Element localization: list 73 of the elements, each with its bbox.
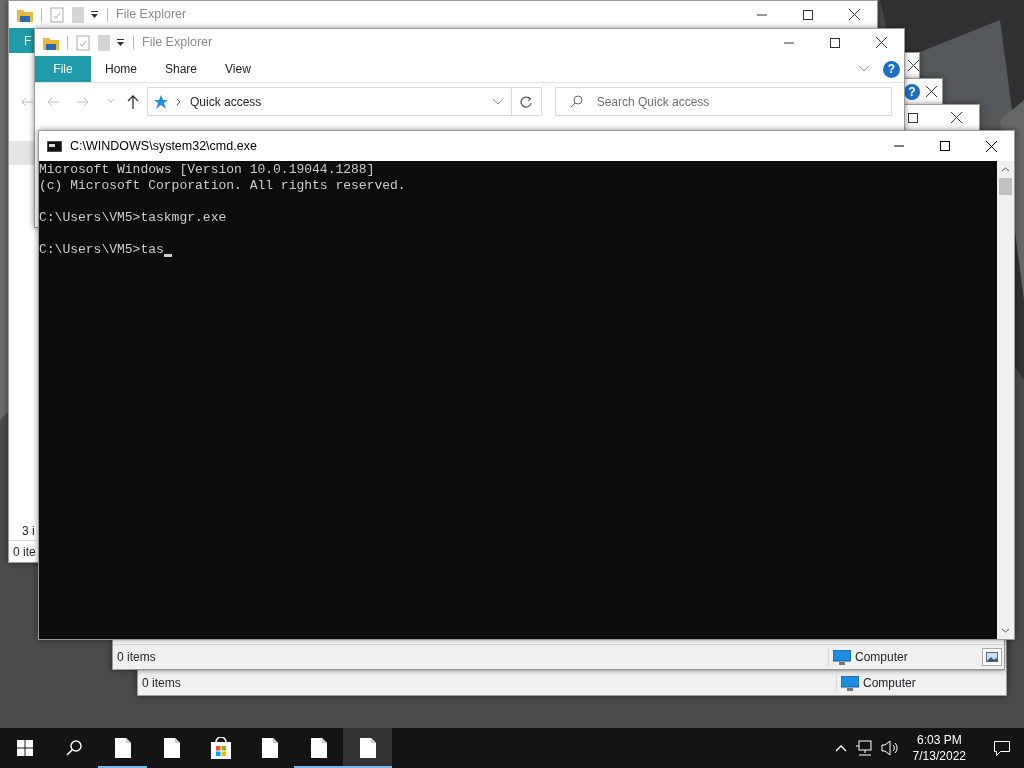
properties-icon	[50, 6, 64, 23]
show-hidden-icons-button[interactable]	[834, 744, 847, 752]
status-text: 0 ite	[12, 543, 36, 561]
scrollbar-thumb[interactable]	[999, 178, 1012, 195]
close-icon	[925, 86, 937, 97]
properties-icon	[76, 34, 90, 51]
console-line: (c) Microsoft Corporation. All rights reserved.	[39, 178, 406, 194]
ribbon-tab[interactable]: Home	[91, 56, 151, 82]
picture-icon	[986, 652, 998, 662]
status-text: 0 items	[116, 649, 156, 666]
view-button[interactable]	[982, 648, 1002, 666]
console-line: C:\Users\VM5>tas	[39, 242, 164, 258]
search-icon	[569, 95, 583, 108]
window-title: File Explorer	[116, 6, 187, 24]
console-line: Microsoft Windows [Version 10.0.19044.1288]	[39, 162, 375, 178]
console-icon	[47, 140, 62, 152]
document-icon	[163, 738, 180, 758]
volume-icon[interactable]	[880, 740, 899, 756]
item-count: 3 i	[22, 523, 35, 540]
zone-label: Computer	[863, 675, 916, 692]
zone-label: Computer	[855, 649, 908, 666]
console-line: C:\Users\VM5>taskmgr.exe	[39, 210, 227, 226]
close-icon	[985, 140, 997, 152]
chevron-down-icon[interactable]	[492, 98, 503, 105]
star-icon	[154, 94, 168, 109]
clock-time: 6:03 PM	[915, 732, 963, 748]
scrollbar[interactable]	[997, 161, 1014, 639]
refresh-icon	[520, 95, 533, 108]
chevron-up-icon	[834, 744, 847, 752]
status-text: 0 items	[141, 675, 181, 692]
ribbon-tab[interactable]: View	[211, 56, 265, 82]
search-input[interactable]: Search Quick access	[594, 91, 891, 112]
document-icon	[359, 738, 376, 758]
up-arrow-icon[interactable]	[127, 94, 139, 109]
document-icon	[72, 6, 84, 23]
folder-icon	[17, 7, 33, 22]
maximize-icon	[940, 141, 950, 151]
chevron-down-icon[interactable]	[859, 66, 869, 72]
maximize-icon	[803, 9, 813, 20]
speech-bubble-icon	[994, 740, 1010, 756]
breadcrumb-chevron-icon	[176, 97, 182, 106]
maximize-icon	[830, 37, 840, 48]
close-icon	[950, 112, 962, 123]
document-icon	[114, 738, 131, 758]
clock[interactable]: 6:03 PM 7/13/2022	[906, 732, 972, 764]
refresh-button[interactable]	[511, 87, 542, 116]
window-title: File Explorer	[142, 34, 213, 52]
dropdown-icon[interactable]	[116, 38, 125, 47]
network-icon[interactable]	[854, 740, 873, 756]
help-button[interactable]: ?	[883, 60, 900, 78]
close-icon	[875, 37, 887, 48]
search-icon	[65, 740, 82, 756]
folder-icon	[43, 35, 59, 50]
up-caret-icon	[1001, 167, 1010, 172]
search-field[interactable]: Search Quick access	[554, 87, 892, 116]
address-bar[interactable]: Quick access	[147, 87, 512, 116]
computer-icon	[841, 675, 859, 691]
computer-icon	[833, 649, 851, 665]
address-text: Quick access	[190, 93, 263, 111]
window-title: C:\WINDOWS\system32\cmd.exe	[70, 137, 257, 155]
clock-date: 7/13/2022	[912, 748, 966, 764]
ribbon-tab[interactable]: Share	[151, 56, 212, 82]
windows-logo-icon	[16, 740, 33, 756]
close-icon	[907, 60, 919, 71]
down-caret-icon	[1001, 628, 1010, 633]
close-icon	[848, 9, 860, 20]
document-icon	[98, 34, 110, 51]
document-icon	[261, 738, 278, 758]
dropdown-icon[interactable]	[90, 10, 99, 19]
taskbar-app[interactable]	[343, 728, 392, 768]
document-icon	[310, 738, 327, 758]
shopping-bag-icon	[209, 737, 232, 759]
maximize-icon	[908, 112, 918, 123]
